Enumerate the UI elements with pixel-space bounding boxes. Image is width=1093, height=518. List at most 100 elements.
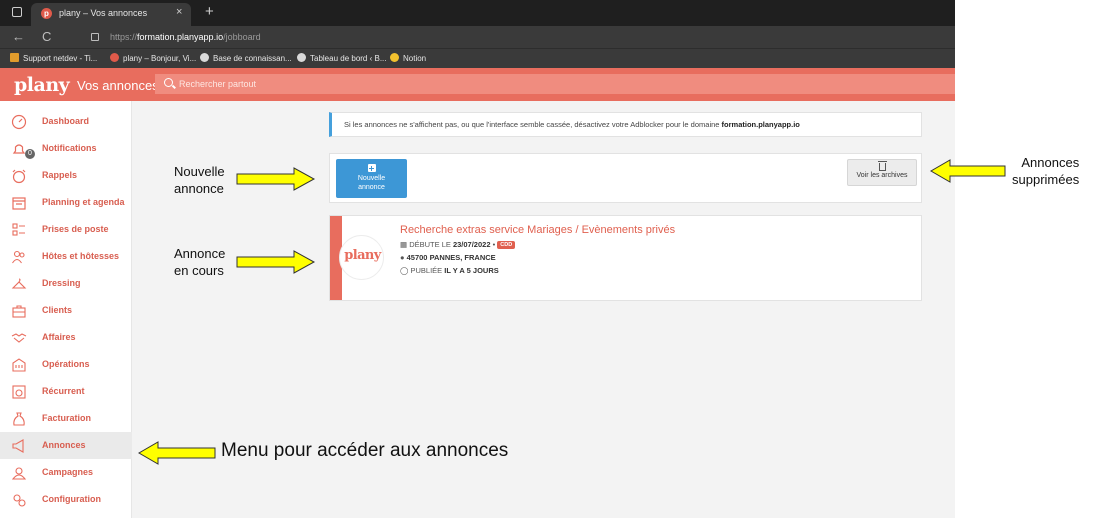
plany-logo[interactable]: plany (14, 74, 70, 96)
annotation-current-ad: Annonce en cours (174, 246, 226, 278)
reload-icon[interactable]: C (42, 29, 51, 44)
url-path: /jobboard (223, 32, 261, 42)
gauge-icon (11, 114, 27, 130)
plus-square-icon (367, 164, 376, 172)
sidebar-item-label: Clients (42, 305, 73, 315)
sidebar-item-dressing[interactable]: Dressing (0, 270, 132, 297)
wordpress-icon (297, 53, 306, 62)
tab-title: plany – Vos annonces (59, 8, 148, 18)
search-icon (164, 78, 173, 87)
notification-count-badge: 0 (25, 149, 35, 159)
map-pin-icon: ● (400, 253, 405, 262)
sidebar-item-configuration[interactable]: Configuration (0, 486, 132, 513)
back-arrow-icon[interactable]: ← (12, 29, 25, 44)
page-title: Vos annonces (77, 78, 159, 93)
view-archives-button[interactable]: Voir les archives (847, 159, 917, 186)
new-tab-icon[interactable]: + (205, 3, 214, 20)
money-bag-icon (13, 412, 25, 426)
tool-icon (10, 53, 19, 62)
building-icon (12, 358, 26, 372)
sidebar-item-annonces[interactable]: Annonces (0, 432, 132, 459)
plany-favicon-icon: p (41, 8, 52, 19)
megaphone-icon (12, 439, 24, 453)
job-published-line: ◯ PUBLIÉE IL Y A 5 JOURS (400, 266, 499, 275)
clock-icon: ◯ (400, 266, 409, 275)
job-title[interactable]: Recherche extras service Mariages / Evèn… (400, 224, 675, 236)
actions-panel: Nouvelle annonce Voir les archives (329, 153, 922, 203)
bookmark-plany[interactable]: plany – Bonjour, Vi... (110, 53, 196, 63)
annotation-new-ad: Nouvelle annonce (174, 164, 225, 196)
sidebar-item-label: Prises de poste (42, 224, 109, 234)
sidebar-item-hotes[interactable]: Hôtes et hôtesses (0, 243, 132, 270)
sidebar-item-label: Dressing (42, 278, 81, 288)
calendar-icon (12, 197, 26, 210)
site-info-lock-icon[interactable] (91, 33, 99, 41)
url-host: formation.planyapp.io (137, 32, 224, 42)
new-ad-button[interactable]: Nouvelle annonce (336, 159, 407, 198)
notice-domain: formation.planyapp.io (721, 120, 800, 129)
job-start-line: ▦ DÉBUTE LE 23/07/2022 • CDD (400, 240, 516, 249)
briefcase-icon (12, 305, 26, 318)
bookmark-base-connaissance[interactable]: Base de connaissan... (200, 53, 292, 63)
notice-text: Si les annonces ne s'affichent pas, ou q… (344, 120, 800, 129)
sidebar-item-label: Hôtes et hôtesses (42, 251, 120, 261)
sidebar-item-clients[interactable]: Clients (0, 297, 132, 324)
sidebar-item-label: Planning et agenda (42, 197, 125, 207)
sidebar-item-label: Annonces (42, 440, 86, 450)
job-location-line: ● 45700 PANNES, FRANCE (400, 253, 496, 262)
new-ad-label-line1: Nouvelle (357, 175, 386, 182)
sidebar-item-recurrent[interactable]: Récurrent (0, 378, 132, 405)
browser-tab-active[interactable]: p plany – Vos annonces × (31, 3, 191, 26)
annotation-menu: Menu pour accéder aux annonces (221, 440, 509, 461)
sidebar-item-notifications[interactable]: 0 Notifications (0, 135, 132, 162)
search-input[interactable] (179, 77, 879, 91)
job-card[interactable]: plany Recherche extras service Mariages … (329, 215, 922, 301)
annotation-deleted-ads: Annonces supprimées (1012, 155, 1080, 187)
wordpress-icon (200, 53, 209, 62)
bookmark-tableau-de-bord[interactable]: Tableau de bord ‹ B... (297, 53, 387, 63)
address-bar: ← C https://formation.planyapp.io/jobboa… (0, 26, 955, 48)
browser-tab-bar: p plany – Vos annonces × + (0, 0, 955, 26)
sidebar-item-facturation[interactable]: Facturation (0, 405, 132, 432)
sidebar-item-label: Facturation (42, 413, 92, 423)
sidebar-item-label: Configuration (42, 494, 101, 504)
sidebar-item-dashboard[interactable]: Dashboard (0, 108, 132, 135)
plany-favicon-icon (110, 53, 119, 62)
annotation-arrow-left-icon (930, 159, 1006, 183)
new-ad-label-line2: annonce (358, 184, 385, 191)
alarm-clock-icon (12, 169, 26, 184)
sidebar: Dashboard 0 Notifications Rappels Planni… (0, 101, 132, 518)
bookmark-notion[interactable]: Notion (390, 53, 426, 63)
contract-type-badge: CDD (497, 241, 516, 249)
recurring-calendar-icon (12, 385, 26, 399)
sidebar-item-label: Récurrent (42, 386, 85, 396)
app-header: plany Vos annonces (0, 68, 955, 101)
people-icon (12, 250, 25, 264)
sidebar-item-label: Notifications (42, 143, 97, 153)
notion-icon (390, 53, 399, 62)
sidebar-item-rappels[interactable]: Rappels (0, 162, 132, 189)
sidebar-item-affaires[interactable]: Affaires (0, 324, 132, 351)
annotation-arrow-right-icon (236, 167, 316, 191)
close-tab-icon[interactable]: × (176, 6, 182, 18)
sidebar-item-label: Rappels (42, 170, 78, 180)
sidebar-item-prises-de-poste[interactable]: Prises de poste (0, 216, 132, 243)
sidebar-item-campagnes[interactable]: Campagnes (0, 459, 132, 486)
url-field[interactable]: https://formation.planyapp.io/jobboard (110, 32, 261, 42)
annotation-arrow-left-icon (138, 441, 216, 465)
calendar-icon: ▦ (400, 240, 408, 249)
company-logo: plany (339, 235, 384, 280)
annotation-arrow-right-icon (236, 250, 316, 274)
sidebar-item-label: Campagnes (42, 467, 94, 477)
sidebar-item-planning[interactable]: Planning et agenda (0, 189, 132, 216)
tab-overview-icon[interactable] (12, 7, 22, 17)
bookmarks-bar: Support netdev - Ti... plany – Bonjour, … (0, 48, 955, 68)
url-prefix: https:// (110, 32, 138, 42)
sidebar-item-label: Opérations (42, 359, 90, 369)
bookmark-support-netdev[interactable]: Support netdev - Ti... (10, 53, 97, 63)
sidebar-item-label: Dashboard (42, 116, 90, 126)
gears-icon (13, 494, 26, 507)
sidebar-item-operations[interactable]: Opérations (0, 351, 132, 378)
checklist-icon (12, 223, 25, 236)
global-search[interactable] (155, 74, 955, 94)
